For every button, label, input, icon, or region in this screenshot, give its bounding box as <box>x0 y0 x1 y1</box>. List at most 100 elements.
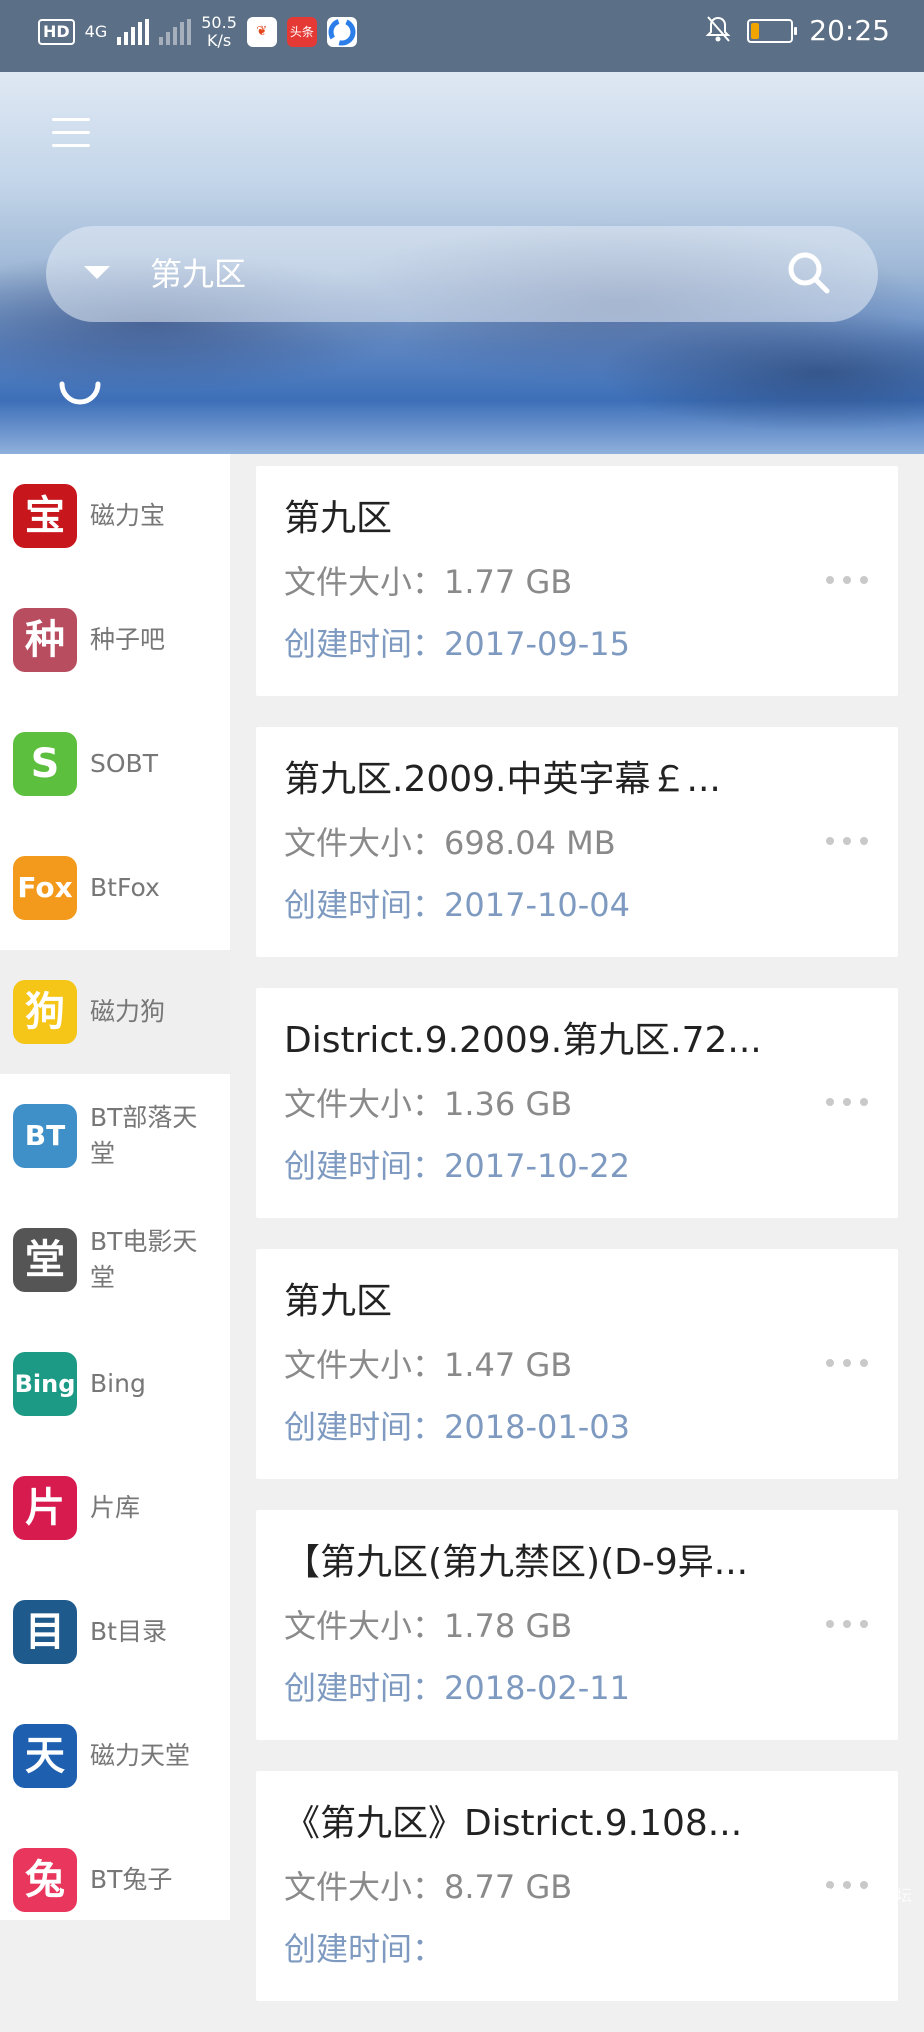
clock: 20:25 <box>809 14 890 47</box>
status-left: HD 4G 50.5 K/s ❦ 头条 <box>38 14 357 50</box>
size-value: 1.78 GB <box>444 1607 573 1645</box>
size-label: 文件大小： <box>284 1868 445 1906</box>
signal-icon <box>117 19 150 45</box>
sidebar-item-label: SOBT <box>90 749 158 778</box>
result-date: 创建时间：2018-02-11 <box>284 1668 630 1708</box>
result-title: 第九区 <box>284 1281 393 1322</box>
source-sidebar: 宝磁力宝种种子吧 S SOBT Fox BtFox 狗磁力狗 BT BT部落天堂堂 BT电影天堂… <box>0 454 230 1920</box>
sidebar-item-label: BT电影天堂 <box>90 1227 198 1292</box>
size-value: 1.77 GB <box>444 563 573 601</box>
result-card[interactable]: 第九区文件大小：1.47 GB 创建时间：2018-01-03 <box>256 1249 898 1479</box>
sidebar-item[interactable]: Fox BtFox <box>0 826 230 950</box>
size-value: 1.47 GB <box>444 1346 573 1384</box>
source-logo-icon: Fox <box>13 856 77 920</box>
source-logo-icon: 宝 <box>13 484 77 548</box>
size-value: 698.04 MB <box>444 824 616 862</box>
result-date: 创建时间：2017-10-22 <box>284 1146 630 1186</box>
more-options-icon[interactable] <box>822 1616 872 1632</box>
result-size: 文件大小：698.04 MB <box>284 823 616 863</box>
source-logo-icon: S <box>13 732 77 796</box>
source-logo-icon: 天 <box>13 1724 77 1788</box>
sidebar-item-label: BT部落天堂 <box>90 1103 198 1168</box>
app-notification-icon-2 <box>326 17 357 47</box>
sidebar-item-label: Bing <box>90 1369 146 1398</box>
source-logo-icon: 兔 <box>13 1848 77 1912</box>
sidebar-item-label: Bt目录 <box>90 1617 167 1646</box>
sidebar-item-label: BtFox <box>90 873 160 902</box>
size-label: 文件大小： <box>284 824 445 862</box>
result-title: 【第九区(第九禁区)(D-9异... <box>284 1542 749 1583</box>
sidebar-item-label: 磁力狗 <box>90 997 166 1026</box>
source-logo-icon: 狗 <box>13 980 77 1044</box>
sidebar-item[interactable]: S SOBT <box>0 702 230 826</box>
result-title: 第九区 <box>284 498 393 539</box>
result-title: 《第九区》District.9.108... <box>284 1803 743 1844</box>
search-input[interactable]: 第九区 <box>150 252 246 296</box>
results-list: 第九区 文件大小：1.77 GB 创建时间：2017-09-15 第九区.2009.中… <box>256 466 898 2032</box>
result-title: District.9.2009.第九区.72... <box>284 1020 762 1061</box>
date-label: 创建时间： <box>284 1147 445 1185</box>
network-speed-unit: K/s <box>206 31 232 50</box>
toutiao-notification-icon: 头条 <box>286 17 317 47</box>
network-speed: 50.5 K/s <box>201 14 237 50</box>
app-notification-icon: ❦ <box>246 17 277 47</box>
more-options-icon[interactable] <box>822 833 872 849</box>
size-label: 文件大小： <box>284 1085 445 1123</box>
battery-level <box>751 22 760 39</box>
source-logo-icon: Bing <box>13 1352 77 1416</box>
status-bar: HD 4G 50.5 K/s ❦ 头条 20:25 <box>0 0 924 72</box>
sidebar-item[interactable]: 天磁力天堂 <box>0 1694 230 1818</box>
sidebar-item[interactable]: 宝磁力宝 <box>0 454 230 578</box>
result-date: 创建时间：2017-10-04 <box>284 885 630 925</box>
result-size: 文件大小：1.78 GB <box>284 1606 572 1646</box>
size-value: 8.77 GB <box>444 1868 573 1906</box>
more-options-icon[interactable] <box>822 572 872 588</box>
menu-icon[interactable] <box>52 118 90 152</box>
mute-notifications-icon <box>705 15 731 47</box>
source-logo-icon: 种 <box>13 608 77 672</box>
date-label: 创建时间： <box>284 625 445 663</box>
sidebar-item[interactable]: 狗磁力狗 <box>0 950 230 1074</box>
sidebar-item-label: 种子吧 <box>90 625 166 654</box>
status-right: 20:25 <box>705 14 890 47</box>
size-label: 文件大小： <box>284 1346 445 1384</box>
sidebar-item[interactable]: BT BT部落天堂 <box>0 1074 230 1198</box>
date-label: 创建时间： <box>284 1408 445 1446</box>
date-label: 创建时间： <box>284 886 445 924</box>
hd-badge: HD <box>38 19 75 45</box>
date-value: 2017-10-22 <box>444 1147 630 1185</box>
result-card[interactable]: District.9.2009.第九区.72... 文件大小：1.36 GB 创建时… <box>256 988 898 1218</box>
result-card[interactable]: 【第九区(第九禁区)(D-9异... 文件大小：1.78 GB 创建时间：2018-… <box>256 1510 898 1740</box>
result-size: 文件大小：1.77 GB <box>284 562 572 602</box>
sidebar-item[interactable]: 堂 BT电影天堂 <box>0 1198 230 1322</box>
result-card[interactable]: 第九区文件大小：1.77 GB 创建时间：2017-09-15 <box>256 466 898 696</box>
sidebar-item-label: BT兔子 <box>90 1865 173 1894</box>
sidebar-item[interactable]: 片片库 <box>0 1446 230 1570</box>
sidebar-item[interactable]: 兔 BT兔子 <box>0 1818 230 1942</box>
source-logo-icon: 片 <box>13 1476 77 1540</box>
network-speed-value: 50.5 <box>201 13 237 32</box>
search-bar[interactable]: 第九区 <box>46 226 878 322</box>
date-label: 创建时间： <box>284 1669 445 1707</box>
sidebar-item[interactable]: Bing Bing <box>0 1322 230 1446</box>
source-logo-icon: 目 <box>13 1600 77 1664</box>
date-value: 2017-09-15 <box>444 625 630 663</box>
search-engine-dropdown-icon[interactable] <box>84 266 110 279</box>
sidebar-item[interactable]: 目 Bt目录 <box>0 1570 230 1694</box>
result-card[interactable]: 《第九区》District.9.108... 文件大小：8.77 GB 创建时间： <box>256 1771 898 2001</box>
source-logo-icon: BT <box>13 1104 77 1168</box>
result-title: 第九区.2009.中英字幕￡... <box>284 759 721 800</box>
more-options-icon[interactable] <box>822 1094 872 1110</box>
result-date: 创建时间：2018-01-03 <box>284 1407 630 1447</box>
result-card[interactable]: 第九区.2009.中英字幕￡... 文件大小：698.04 MB 创建时间：2017… <box>256 727 898 957</box>
more-options-icon[interactable] <box>822 1355 872 1371</box>
sidebar-item[interactable]: 种种子吧 <box>0 578 230 702</box>
result-size: 文件大小：1.47 GB <box>284 1345 572 1385</box>
result-date: 创建时间： <box>284 1929 444 1969</box>
battery-icon <box>747 18 798 43</box>
date-value: 2017-10-04 <box>444 886 630 924</box>
signal-sim2-icon <box>159 19 192 45</box>
search-icon[interactable] <box>784 248 834 298</box>
loading-spinner-icon <box>59 381 101 405</box>
result-size: 文件大小：8.77 GB <box>284 1867 572 1907</box>
